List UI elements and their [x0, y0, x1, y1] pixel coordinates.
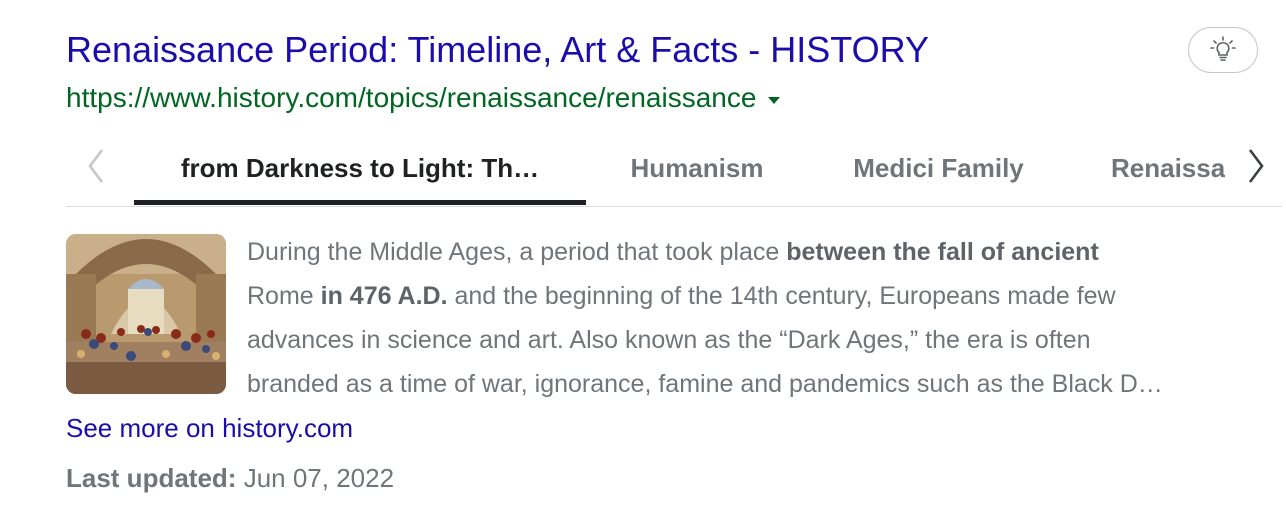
tabs-prev-button[interactable] [76, 146, 116, 186]
school-of-athens-painting [66, 234, 226, 394]
tab-darkness-to-light[interactable]: from Darkness to Light: Th… [134, 130, 586, 206]
see-more-link[interactable]: See more on history.com [66, 410, 353, 446]
snippet-emphasis: in 476 A.D. [320, 282, 448, 310]
snippet-text: and the beginning of the 14th century, E… [447, 282, 1116, 310]
snippet-text: During the Middle Ages, a period that to… [247, 238, 787, 266]
tab-medici-family[interactable]: Medici Family [836, 130, 1041, 206]
snippet-emphasis: between the fall of ancient [786, 238, 1099, 266]
result-title-link[interactable]: Renaissance Period: Timeline, Art & Fact… [66, 28, 929, 72]
tabs-next-button[interactable] [1236, 146, 1276, 186]
snippet-text: branded as a time of war, ignorance, fam… [247, 370, 1163, 398]
chevron-left-icon [88, 149, 104, 183]
snippet-text: Rome [247, 282, 321, 310]
feedback-button[interactable] [1188, 27, 1258, 73]
last-updated-label: Last updated: [66, 463, 237, 493]
chevron-right-icon [1248, 149, 1264, 183]
last-updated: Last updated: Jun 07, 2022 [66, 460, 394, 496]
caret-down-icon[interactable] [768, 96, 781, 104]
result-snippet: During the Middle Ages, a period that to… [247, 230, 1277, 406]
active-tab-indicator [134, 200, 586, 205]
result-url-row: https://www.history.com/topics/renaissan… [66, 80, 781, 116]
snippet-text: advances in science and art. Also known … [247, 326, 1091, 354]
tab-humanism[interactable]: Humanism [611, 130, 783, 206]
lightbulb-icon [1210, 36, 1236, 61]
last-updated-value: Jun 07, 2022 [243, 463, 395, 493]
tab-renaissance[interactable]: Renaissance [1111, 130, 1225, 206]
topic-tabs: from Darkness to Light: Th… Humanism Med… [66, 130, 1282, 207]
result-url[interactable]: https://www.history.com/topics/renaissan… [66, 82, 756, 114]
result-thumbnail[interactable] [66, 234, 226, 394]
